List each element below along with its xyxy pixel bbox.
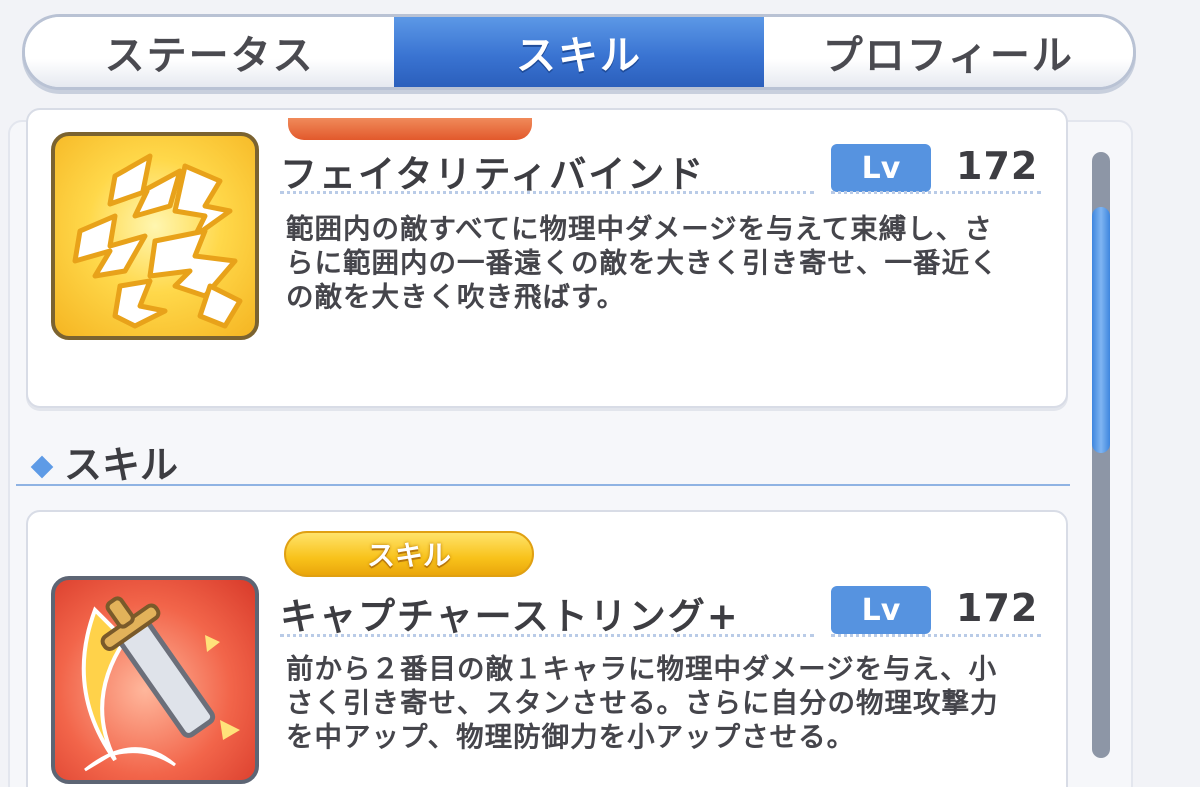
union-burst-name: フェイタリティバインド [280,153,706,196]
skill-type-badge: スキル [284,531,534,577]
skill-name: キャプチャーストリング+ [280,595,740,638]
union-burst-tag [288,118,532,140]
tab-skill[interactable]: スキル [394,17,764,87]
skill-description: 前から２番目の敵１キャラに物理中ダメージを与え、小さく引き寄せ、スタンさせる。さ… [286,653,999,753]
lv-badge: Lv [831,144,931,192]
level-divider [831,634,1041,637]
lightning-chain-icon [51,132,259,340]
scrollbar-thumb[interactable] [1092,207,1110,453]
diamond-bullet-icon [30,455,54,478]
skill-level: 172 [956,586,1039,630]
name-divider [280,191,814,194]
tab-status[interactable]: ステータス [25,17,395,87]
level-divider [831,191,1041,194]
union-burst-description: 範囲内の敵すべてに物理中ダメージを与えて束縛し、さらに範囲内の一番遠くの敵を大き… [286,213,999,313]
flaming-sword-icon [51,576,259,784]
section-title: スキル [28,434,178,489]
name-divider [280,634,814,637]
skill-level: 172 [956,144,1039,188]
section-divider [16,484,1070,486]
tab-profile[interactable]: プロフィール [763,17,1133,87]
section-title-label: スキル [64,443,179,487]
tab-bar: ステータス スキル プロフィール [22,14,1136,90]
lv-badge: Lv [831,586,931,634]
